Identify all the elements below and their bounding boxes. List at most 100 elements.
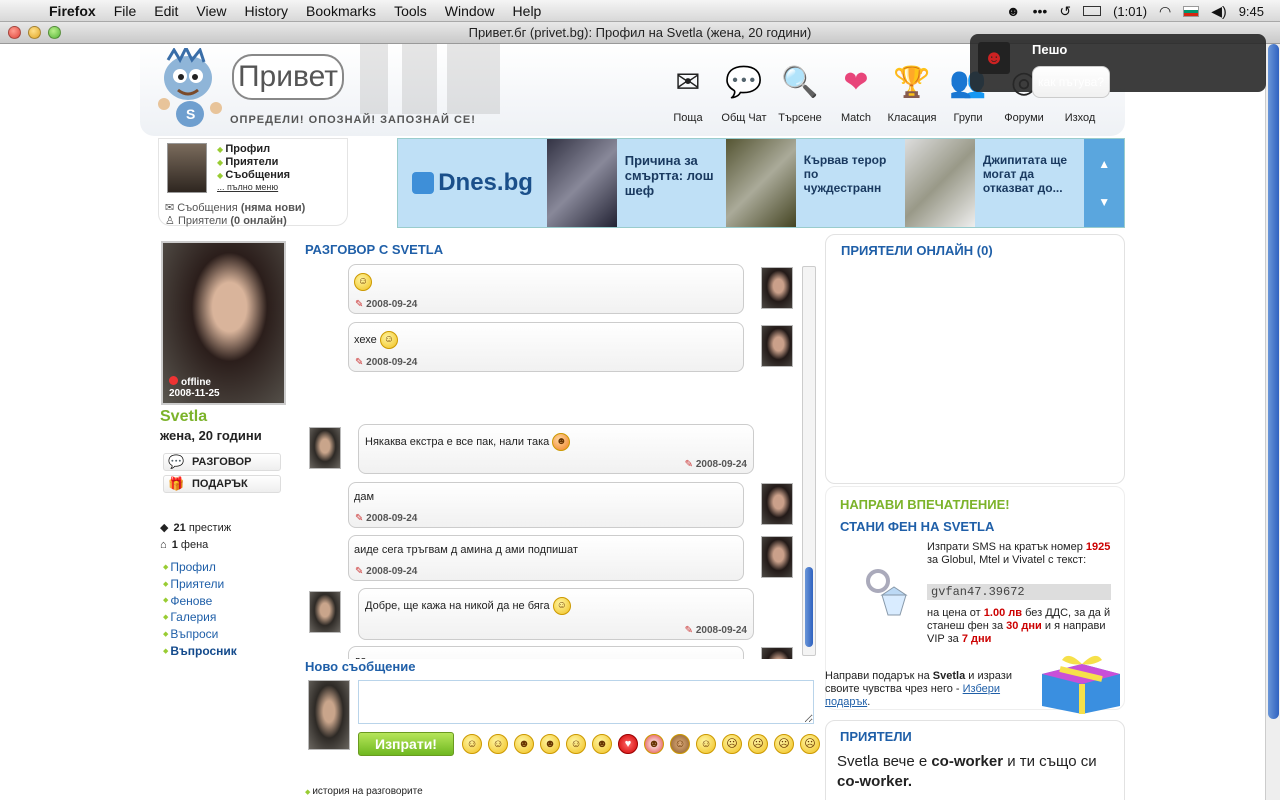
- profile-link-gallery[interactable]: Галерия: [163, 609, 237, 626]
- scrollbar-thumb[interactable]: [805, 567, 813, 647]
- friends-status[interactable]: ♙ Приятели (0 онлайн): [165, 214, 287, 227]
- zoom-window-button[interactable]: [48, 26, 61, 39]
- messages-status[interactable]: ✉ Съобщения (няма нови): [165, 201, 305, 214]
- svetla-avatar[interactable]: [761, 483, 793, 525]
- message-date: 2008-09-24: [355, 513, 417, 524]
- news-image-1[interactable]: [547, 139, 617, 227]
- new-message-input[interactable]: [358, 680, 814, 724]
- emoticon-monkey-icon[interactable]: ☺: [670, 734, 690, 754]
- minimize-window-button[interactable]: [28, 26, 41, 39]
- sms-code[interactable]: gvfan47.39672: [927, 584, 1111, 600]
- app-status-icon[interactable]: ☻: [1006, 3, 1021, 19]
- svetla-avatar[interactable]: [761, 325, 793, 367]
- close-window-button[interactable]: [8, 26, 21, 39]
- profile-link-friends[interactable]: Приятели: [163, 576, 237, 593]
- svetla-avatar[interactable]: [761, 647, 793, 659]
- emoticon-heart-icon[interactable]: ♥: [618, 734, 638, 754]
- my-avatar-large[interactable]: [308, 680, 350, 750]
- new-message-title: Ново съобщение: [305, 659, 416, 674]
- page-scrollbar-thumb[interactable]: [1268, 44, 1279, 719]
- page-scrollbar[interactable]: [1265, 44, 1280, 800]
- profile-link-profile[interactable]: Профил: [163, 559, 237, 576]
- friends-online-box: ПРИЯТЕЛИ ОНЛАЙН (0): [825, 234, 1125, 484]
- news-headline-1[interactable]: Причина за смъртта: лош шеф: [617, 139, 726, 227]
- profile-photo[interactable]: offline 2008-11-25: [161, 241, 286, 405]
- profile-link-questions[interactable]: Въпроси: [163, 626, 237, 643]
- emoticon-wink-icon[interactable]: ☺: [488, 734, 508, 754]
- emoticon-devil-icon[interactable]: ☻: [644, 734, 664, 754]
- my-avatar[interactable]: [167, 143, 207, 193]
- gift-box-icon[interactable]: [1038, 650, 1124, 714]
- wifi-icon[interactable]: ◠: [1159, 3, 1171, 20]
- emoticon-teeth-icon[interactable]: ☺: [566, 734, 586, 754]
- menu-edit[interactable]: Edit: [145, 3, 187, 19]
- gift-icon: 🎁: [168, 476, 185, 491]
- menu-app[interactable]: Firefox: [40, 3, 105, 19]
- emoticon-grin-icon[interactable]: ☻: [514, 734, 534, 754]
- profile-info: жена, 20 години: [160, 428, 262, 443]
- gift-button[interactable]: 🎁 ПОДАРЪК: [163, 475, 281, 493]
- menu-window[interactable]: Window: [436, 3, 504, 19]
- menu-history[interactable]: History: [235, 3, 297, 19]
- my-message-avatar[interactable]: [309, 591, 341, 633]
- emoticon-smile-icon[interactable]: ☺: [462, 734, 482, 754]
- chat-button[interactable]: 💬 РАЗГОВОР: [163, 453, 281, 471]
- friendship-info: Svetla вече е co-worker и ти също си co-…: [837, 753, 1097, 790]
- menu-bookmarks[interactable]: Bookmarks: [297, 3, 385, 19]
- nav-search[interactable]: 🔍 Търсене: [772, 60, 828, 125]
- time-machine-icon[interactable]: ↺: [1059, 3, 1071, 20]
- user-link-messages[interactable]: Съобщения: [217, 169, 290, 182]
- dots-menu-icon[interactable]: •••: [1033, 3, 1048, 19]
- notification-message: как пътува?: [1032, 66, 1110, 98]
- emoticon-cry-icon[interactable]: ☹: [774, 734, 794, 754]
- profile-link-fans[interactable]: Фенове: [163, 593, 237, 610]
- clock[interactable]: 9:45: [1239, 4, 1264, 19]
- emoticon-neutral-icon[interactable]: ☹: [722, 734, 742, 754]
- emoticon-shock-icon[interactable]: ☹: [800, 734, 820, 754]
- my-message-avatar[interactable]: [309, 427, 341, 469]
- news-banner[interactable]: Dnes.bg Причина за смъртта: лош шеф Кърв…: [397, 138, 1125, 228]
- menu-help[interactable]: Help: [504, 3, 551, 19]
- emoticon-glasses-icon[interactable]: ☺: [696, 734, 716, 754]
- news-image-3[interactable]: [905, 139, 975, 227]
- emoticon-kiss-icon[interactable]: ☻: [592, 734, 612, 754]
- user-link-profile[interactable]: Профил: [217, 143, 290, 156]
- svetla-avatar[interactable]: [761, 267, 793, 309]
- news-image-2[interactable]: [726, 139, 796, 227]
- conversation-title: РАЗГОВОР С SVETLA: [305, 242, 444, 257]
- full-menu-link[interactable]: ... пълно меню: [217, 182, 278, 192]
- site-logo[interactable]: Привет: [232, 54, 344, 100]
- user-link-friends[interactable]: Приятели: [217, 156, 290, 169]
- input-flag-icon[interactable]: [1183, 5, 1200, 17]
- menu-file[interactable]: File: [105, 3, 146, 19]
- trophy-icon: 🏆: [893, 65, 931, 99]
- menu-tools[interactable]: Tools: [385, 3, 436, 19]
- header-buildings-decoration: [360, 44, 500, 114]
- profile-links: Профил Приятели Фенове Галерия Въпроси В…: [163, 559, 237, 660]
- dnes-logo[interactable]: Dnes.bg: [398, 139, 547, 227]
- menu-view[interactable]: View: [187, 3, 235, 19]
- nav-ranking[interactable]: 🏆 Класация: [884, 60, 940, 125]
- chat-notification[interactable]: ☻ Пешо как пътува?: [970, 34, 1266, 98]
- arrow-down-icon[interactable]: ▼: [1098, 195, 1110, 209]
- battery-icon[interactable]: [1083, 6, 1102, 16]
- message-date: 2008-09-24: [685, 459, 747, 470]
- nav-chat[interactable]: 💬 Общ Чат: [716, 60, 772, 125]
- emoticon-laugh-icon[interactable]: ☻: [540, 734, 560, 754]
- news-headline-2[interactable]: Кървав терор по чуждестранн: [796, 139, 905, 227]
- arrow-up-icon[interactable]: ▲: [1098, 157, 1110, 171]
- news-headline-3[interactable]: Джипитата ще могат да отказват до...: [975, 139, 1084, 227]
- mascot-logo-icon[interactable]: S: [150, 48, 228, 130]
- conversation-scrollbar[interactable]: [802, 266, 816, 656]
- conversation-history-link[interactable]: история на разговорите: [305, 786, 422, 797]
- offline-dot-icon: [169, 376, 178, 385]
- emoticon-sad-icon[interactable]: ☹: [748, 734, 768, 754]
- nav-mail[interactable]: ✉ Поща: [660, 60, 716, 125]
- conversation-thread: ☺ 2008-09-24 хехе ☺ 2008-09-24 Някаква е…: [300, 259, 816, 659]
- become-fan-title: СТАНИ ФЕН НА SVETLA: [840, 519, 995, 534]
- svetla-avatar[interactable]: [761, 536, 793, 578]
- send-button[interactable]: Изпрати!: [358, 732, 454, 756]
- nav-match[interactable]: ❤ Match: [828, 60, 884, 125]
- volume-icon[interactable]: ◀): [1211, 3, 1226, 20]
- profile-link-questionnaire[interactable]: Въпросник: [163, 643, 236, 660]
